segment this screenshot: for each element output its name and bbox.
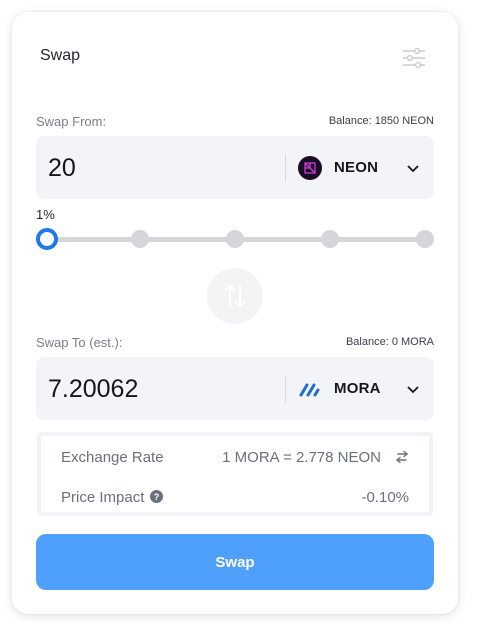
exchange-rate-row-value: 1 MORA = 2.778 NEON [222,449,409,466]
divider [285,375,286,403]
slider-stop-2[interactable] [131,230,149,248]
slider-stop-1[interactable] [36,228,58,250]
percent-label: 1% [36,207,55,222]
from-amount-input[interactable] [48,148,278,188]
mora-token-icon [299,383,320,397]
divider [285,154,286,182]
slider-stop-5[interactable] [416,230,434,248]
price-impact-value: -0.10% [361,489,409,506]
to-amount-input[interactable] [48,369,278,409]
chevron-down-icon [407,386,419,394]
price-impact-row-label: Price Impact ? [61,489,164,506]
swap-title: Swap [40,47,81,64]
svg-text:?: ? [154,492,160,502]
neon-token-icon [298,156,322,180]
chevron-down-icon [407,165,419,173]
swap-arrows-icon [224,284,246,308]
swap-from-box: NEON [36,136,434,199]
to-token-symbol: MORA [334,380,381,397]
from-balance: Balance: 1850 NEON [328,115,434,127]
slider-stop-3[interactable] [226,230,244,248]
swap-to-label: Swap To (est.): [36,335,123,350]
to-balance: Balance: 0 MORA [345,336,434,348]
to-token-select[interactable]: MORA [298,371,426,407]
swap-button[interactable]: Swap [36,534,434,590]
swap-details: Exchange Rate 1 MORA = 2.778 NEON Price … [37,432,433,516]
swap-from-label: Swap From: [36,114,107,129]
price-impact-label: Price Impact [61,489,145,506]
from-token-select[interactable]: NEON [298,150,426,186]
swap-direction-button[interactable] [207,268,263,324]
exchange-rate-value: 1 MORA = 2.778 NEON [222,449,381,466]
help-icon[interactable]: ? [150,490,164,503]
swap-card: Swap Swap From: Balance: 1850 NEON 20 NE… [12,12,458,614]
amount-percent-slider[interactable] [36,228,434,252]
from-token-symbol: NEON [334,159,379,176]
settings-sliders-icon[interactable] [402,47,426,69]
exchange-rate-label: Exchange Rate [61,449,164,466]
swap-rate-toggle-icon[interactable] [395,450,409,464]
swap-to-box: MORA [36,357,434,420]
slider-stop-4[interactable] [321,230,339,248]
